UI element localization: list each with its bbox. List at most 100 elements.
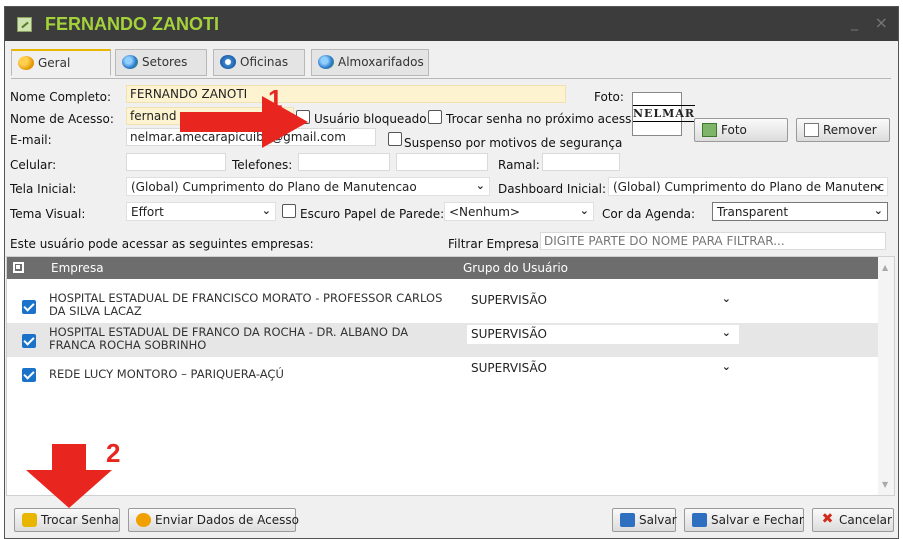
dashboard-label: Dashboard Inicial: [498, 182, 607, 196]
grupo-select[interactable]: SUPERVISÃO ⌄ [467, 325, 739, 344]
trocar-senha-button[interactable]: Trocar Senha [14, 508, 120, 532]
edit-icon [17, 17, 32, 32]
row-checkbox[interactable] [22, 368, 36, 382]
chevron-down-icon: ⌄ [721, 326, 731, 339]
globe-icon [122, 55, 138, 69]
escuro-checkbox[interactable] [282, 204, 296, 218]
enviar-dados-button[interactable]: Enviar Dados de Acesso [128, 508, 299, 532]
dashboard-select[interactable]: (Global) Cumprimento do Plano de Manuten… [608, 177, 888, 196]
suspenso-checkbox[interactable] [388, 132, 402, 146]
tab-oficinas[interactable]: Oficinas [213, 49, 305, 76]
salvar-button-label: Salvar [639, 513, 677, 527]
cor-agenda-select[interactable]: Transparent ⌄ [712, 202, 888, 221]
trocar-senha-label: Trocar senha no próximo acesso [446, 112, 639, 126]
foto-button[interactable]: Foto [694, 118, 788, 142]
row-checkbox[interactable] [22, 300, 36, 314]
row-checkbox[interactable] [22, 334, 36, 348]
cancelar-button-label: Cancelar [839, 513, 892, 527]
nome-acesso-label: Nome de Acesso: [10, 112, 114, 126]
chevron-down-icon: ⌄ [579, 204, 589, 217]
grid-header: Empresa Grupo do Usuário [7, 257, 879, 279]
table-row: HOSPITAL ESTADUAL DE FRANCISCO MORATO - … [7, 289, 879, 323]
tema-label: Tema Visual: [10, 207, 86, 221]
ramal-label: Ramal: [498, 158, 540, 172]
grupo-select[interactable]: SUPERVISÃO ⌄ [467, 291, 739, 310]
tab-label: Almoxarifados [338, 55, 424, 69]
tema-select[interactable]: Effort ⌄ [126, 202, 276, 221]
tela-inicial-select[interactable]: (Global) Cumprimento do Plano de Manuten… [126, 177, 490, 196]
title-bar: FERNANDO ZANOTI _ × [5, 7, 898, 41]
remover-button[interactable]: Remover [796, 118, 890, 142]
close-button[interactable]: × [875, 13, 888, 32]
user-send-icon [136, 513, 151, 527]
col-empresa-header[interactable]: Empresa [51, 261, 104, 275]
chevron-down-icon: ⌄ [873, 179, 883, 192]
celular-label: Celular: [10, 158, 57, 172]
usuario-bloqueado-label: Usuário bloqueado [314, 112, 427, 126]
padlock-icon [22, 513, 37, 527]
remover-button-label: Remover [823, 123, 877, 137]
scroll-down-icon[interactable]: ▼ [882, 480, 888, 489]
remove-file-icon [804, 123, 819, 137]
cor-agenda-label: Cor da Agenda: [602, 207, 696, 221]
papel-label: Papel de Parede: [344, 207, 445, 221]
tab-geral[interactable]: Geral [11, 49, 111, 76]
suspenso-label: Suspenso por motivos de segurança [404, 136, 623, 150]
chevron-down-icon: ⌄ [721, 360, 731, 373]
tab-almoxarifados[interactable]: Almoxarifados [311, 49, 429, 76]
filtrar-empresa-label: Filtrar Empresa: [448, 237, 544, 251]
chevron-down-icon: ⌄ [721, 292, 731, 305]
trocar-senha-checkbox[interactable] [428, 110, 442, 124]
salvar-fechar-button[interactable]: Salvar e Fechar [684, 508, 804, 532]
papel-select[interactable]: <Nenhum> ⌄ [444, 202, 594, 221]
cancelar-button[interactable]: ✖ Cancelar [812, 508, 894, 532]
scroll-up-icon[interactable]: ▲ [882, 263, 888, 272]
grid-scrollbar[interactable]: ▲ ▼ [878, 257, 894, 495]
nome-completo-label: Nome Completo: [10, 90, 112, 104]
empresa-name: HOSPITAL ESTADUAL DE FRANCO DA ROCHA - D… [49, 325, 409, 352]
trocar-senha-button-label: Trocar Senha [41, 513, 119, 527]
telefone2-input[interactable] [396, 153, 488, 171]
globe-icon [318, 55, 334, 69]
annotation-number-1: 1 [268, 84, 283, 114]
chevron-down-icon: ⌄ [261, 204, 271, 217]
papel-value: <Nenhum> [449, 205, 520, 219]
save-icon [620, 513, 635, 527]
empresas-intro: Este usuário pode acessar as seguintes e… [10, 237, 314, 251]
annotation-arrow-2 [26, 444, 112, 508]
foto-button-label: Foto [721, 123, 747, 137]
empresas-grid: Empresa Grupo do Usuário HOSPITAL ESTADU… [6, 256, 895, 496]
tab-label: Geral [38, 56, 71, 70]
tela-inicial-value: (Global) Cumprimento do Plano de Manuten… [131, 180, 417, 194]
grupo-value: SUPERVISÃO [471, 361, 547, 375]
tab-divider [11, 78, 891, 79]
user-photo: NELMAR [632, 92, 696, 136]
grupo-select[interactable]: SUPERVISÃO ⌄ [467, 359, 739, 378]
save-close-icon [692, 513, 707, 527]
celular-input[interactable] [126, 153, 226, 171]
table-row: HOSPITAL ESTADUAL DE FRANCO DA ROCHA - D… [7, 323, 879, 357]
email-label: E-mail: [10, 133, 52, 147]
annotation-number-2: 2 [106, 438, 121, 468]
ramal-input[interactable] [542, 153, 620, 171]
grupo-value: SUPERVISÃO [471, 327, 547, 341]
empresa-name: HOSPITAL ESTADUAL DE FRANCISCO MORATO - … [49, 291, 443, 318]
table-row: REDE LUCY MONTORO – PARIQUERA-AÇÚ SUPERV… [7, 357, 879, 391]
empresa-name: REDE LUCY MONTORO – PARIQUERA-AÇÚ [49, 367, 284, 381]
grupo-value: SUPERVISÃO [471, 293, 547, 307]
filtrar-empresa-input[interactable] [540, 232, 886, 250]
nelmar-logo: NELMAR [633, 105, 696, 122]
chevron-down-icon: ⌄ [873, 204, 883, 217]
salvar-button[interactable]: Salvar [612, 508, 677, 532]
foto-label: Foto: [594, 90, 624, 104]
col-grupo-header[interactable]: Grupo do Usuário [463, 261, 568, 275]
minimize-button[interactable]: _ [851, 15, 858, 31]
salvar-fechar-button-label: Salvar e Fechar [711, 513, 804, 527]
annotation-arrow-1 [180, 96, 308, 148]
select-all-checkbox[interactable] [13, 262, 24, 273]
tab-setores[interactable]: Setores [115, 49, 207, 76]
telefone1-input[interactable] [298, 153, 390, 171]
window-title: FERNANDO ZANOTI [45, 14, 219, 34]
cor-agenda-value: Transparent [717, 205, 789, 219]
tab-bar: Geral Setores Oficinas Almoxarifados [11, 49, 891, 77]
